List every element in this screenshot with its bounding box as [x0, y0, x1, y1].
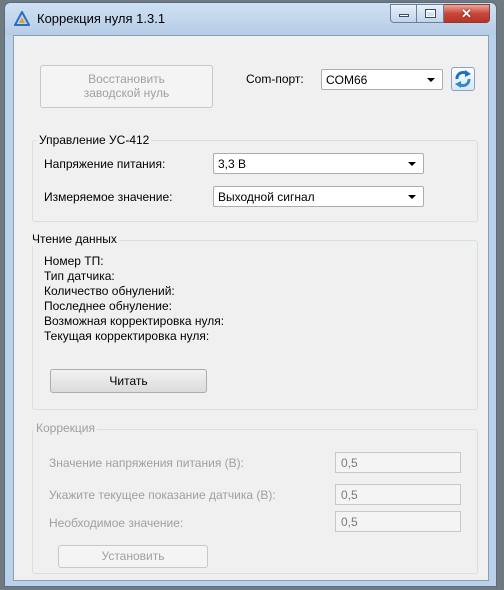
close-button[interactable]: ✕	[444, 4, 490, 23]
close-icon: ✕	[461, 6, 472, 21]
correction-voltage-value: 0,5	[341, 456, 358, 470]
measure-select[interactable]: Выходной сигнал	[213, 186, 424, 207]
current-reading-value: 0,5	[341, 488, 358, 502]
measure-label: Измеряемое значение:	[44, 190, 173, 204]
correction-voltage-input[interactable]: 0,5	[335, 452, 461, 473]
window-title: Коррекция нуля 1.3.1	[37, 11, 166, 26]
set-button[interactable]: Установить	[58, 545, 208, 568]
current-reading-input[interactable]: 0,5	[335, 484, 461, 505]
required-value-value: 0,5	[341, 515, 358, 529]
read-button[interactable]: Читать	[50, 369, 207, 393]
voltage-select[interactable]: 3,3 В	[213, 153, 424, 174]
client-area: Восстановить заводской нуль Com-порт: CO…	[13, 35, 489, 581]
triangle-logo-icon	[14, 11, 30, 26]
chevron-down-icon	[408, 195, 416, 199]
field-sensor-type: Тип датчика:	[44, 269, 115, 283]
app-window: Коррекция нуля 1.3.1 ✕ Восстановить заво…	[4, 2, 497, 587]
minimize-button[interactable]	[390, 4, 417, 23]
maximize-button[interactable]	[417, 4, 444, 23]
correction-voltage-label: Значение напряжения питания (В):	[49, 456, 244, 470]
correction-group-title: Коррекция	[34, 421, 98, 435]
field-reset-count: Количество обнулений:	[44, 284, 175, 298]
chevron-down-icon	[408, 162, 416, 166]
field-last-reset: Последнее обнуление:	[44, 299, 172, 313]
voltage-label: Напряжение питания:	[44, 157, 166, 171]
restore-factory-zero-button[interactable]: Восстановить заводской нуль	[40, 65, 213, 108]
required-value-label: Необходимое значение:	[49, 516, 184, 530]
required-value-input[interactable]: 0,5	[335, 511, 461, 532]
com-port-label: Com-порт:	[246, 72, 304, 86]
field-tp-number: Номер ТП:	[44, 254, 104, 268]
restore-button-line2: заводской нуль	[83, 86, 170, 100]
reading-group-title: Чтение данных	[30, 232, 119, 246]
refresh-button[interactable]	[451, 67, 475, 91]
com-port-value: COM66	[326, 73, 368, 87]
field-current-correction: Текущая корректировка нуля:	[44, 329, 210, 343]
field-possible-correction: Возможная корректировка нуля:	[44, 314, 225, 328]
minimize-icon	[399, 14, 409, 17]
refresh-icon	[455, 70, 471, 88]
voltage-value: 3,3 В	[218, 157, 247, 171]
current-reading-label: Укажите текущее показание датчика (В):	[49, 488, 276, 502]
control-group-title: Управление УС-412	[37, 133, 152, 147]
measure-value: Выходной сигнал	[218, 190, 315, 204]
window-controls: ✕	[390, 4, 490, 24]
maximize-icon	[425, 9, 436, 18]
chevron-down-icon	[427, 78, 435, 82]
title-bar[interactable]: Коррекция нуля 1.3.1 ✕	[5, 3, 496, 35]
com-port-select[interactable]: COM66	[321, 69, 443, 90]
restore-button-line1: Восстановить	[88, 72, 165, 86]
